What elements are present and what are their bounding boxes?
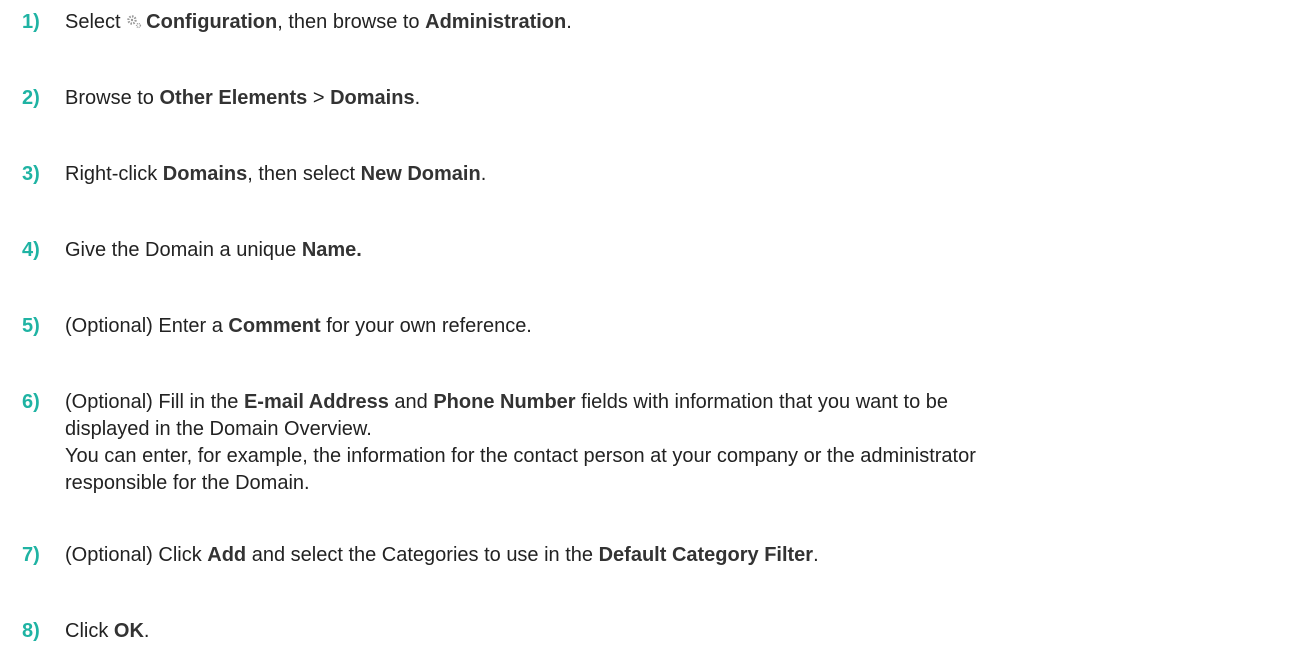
step-text-run: , then select	[247, 163, 361, 185]
step-text-run: , then browse to	[277, 11, 426, 33]
step-text-run: Select	[65, 11, 127, 33]
step-text-run: Right-click	[65, 163, 163, 185]
step-text-run: .	[414, 87, 421, 109]
step-text-run: Give the Domain a unique	[65, 239, 302, 261]
step-text-line: (Optional) Click Add and select the Cate…	[65, 542, 1265, 569]
step-text-run: (Optional) Enter a	[65, 315, 229, 337]
step-text-line: Click OK.	[65, 618, 1265, 645]
step-text-run: .	[813, 544, 819, 566]
step-text: Give the Domain a unique Name.	[65, 237, 1265, 264]
step-text-run: >	[307, 87, 331, 109]
ui-term: Domains	[330, 87, 415, 109]
step-text-line: Give the Domain a unique Name.	[65, 237, 1265, 264]
step-text-line: You can enter, for example, the informat…	[65, 443, 1265, 470]
ui-term: Comment	[228, 315, 321, 337]
step-number: 6)	[22, 391, 40, 413]
ui-term: E-mail Address	[243, 391, 389, 413]
step-number: 8)	[22, 620, 40, 642]
step-text-line: Select Configuration, then browse to Adm…	[65, 9, 1265, 36]
step-number: 7)	[22, 544, 40, 566]
step-text: Select Configuration, then browse to Adm…	[65, 9, 1265, 36]
step-text-run: for your own reference.	[320, 315, 532, 337]
instruction-steps: 1) Select Configuration, then browse to A…	[0, 0, 1290, 660]
gear-icon	[127, 15, 142, 29]
ui-term: Default Category Filter	[598, 544, 814, 566]
step-text-run: and	[388, 391, 434, 413]
step-text-line: Right-click Domains, then select New Dom…	[65, 161, 1265, 188]
step-text-run: You can enter, for example, the informat…	[65, 445, 976, 467]
ui-term: Phone Number	[433, 391, 576, 413]
step-text-run: fields with information that you want to…	[575, 391, 948, 413]
step-text-run: and select the Categories to use in the	[246, 544, 599, 566]
step-text-run: .	[480, 163, 487, 185]
step-text: Browse to Other Elements > Domains.	[65, 85, 1265, 112]
ui-term: OK	[113, 620, 144, 642]
step-text-run: .	[566, 11, 572, 33]
step-text-line: (Optional) Fill in the E-mail Address an…	[65, 389, 1265, 416]
ui-term: Name.	[301, 239, 362, 261]
ui-term: New Domain	[360, 163, 481, 185]
step-text-run: (Optional) Click	[65, 544, 208, 566]
ui-term: Administration	[425, 11, 567, 33]
step-text-line: (Optional) Enter a Comment for your own …	[65, 313, 1265, 340]
step-text: (Optional) Fill in the E-mail Address an…	[65, 389, 1265, 497]
ui-term: Add	[207, 544, 247, 566]
step-number: 5)	[22, 315, 40, 337]
step-text: Click OK.	[65, 618, 1265, 645]
ui-term: Other Elements	[159, 87, 308, 109]
step-text-run: (Optional) Fill in the	[65, 391, 244, 413]
step-number: 1)	[22, 11, 40, 33]
ui-term: Configuration	[146, 11, 278, 33]
step-text: Right-click Domains, then select New Dom…	[65, 161, 1265, 188]
ui-term: Domains	[162, 163, 248, 185]
step-number: 3)	[22, 163, 40, 185]
step-text-line: responsible for the Domain.	[65, 470, 1265, 497]
step-text-run: .	[143, 620, 150, 642]
step-text-line: Browse to Other Elements > Domains.	[65, 85, 1265, 112]
step-text-run: displayed in the Domain Overview.	[65, 418, 372, 440]
step-text: (Optional) Click Add and select the Cate…	[65, 542, 1265, 569]
step-text-line: displayed in the Domain Overview.	[65, 416, 1265, 443]
step-text-run: responsible for the Domain.	[65, 472, 310, 494]
step-number: 2)	[22, 87, 40, 109]
step-text-run: Browse to	[65, 87, 160, 109]
step-text-run: Click	[65, 620, 114, 642]
step-number: 4)	[22, 239, 40, 261]
step-text: (Optional) Enter a Comment for your own …	[65, 313, 1265, 340]
